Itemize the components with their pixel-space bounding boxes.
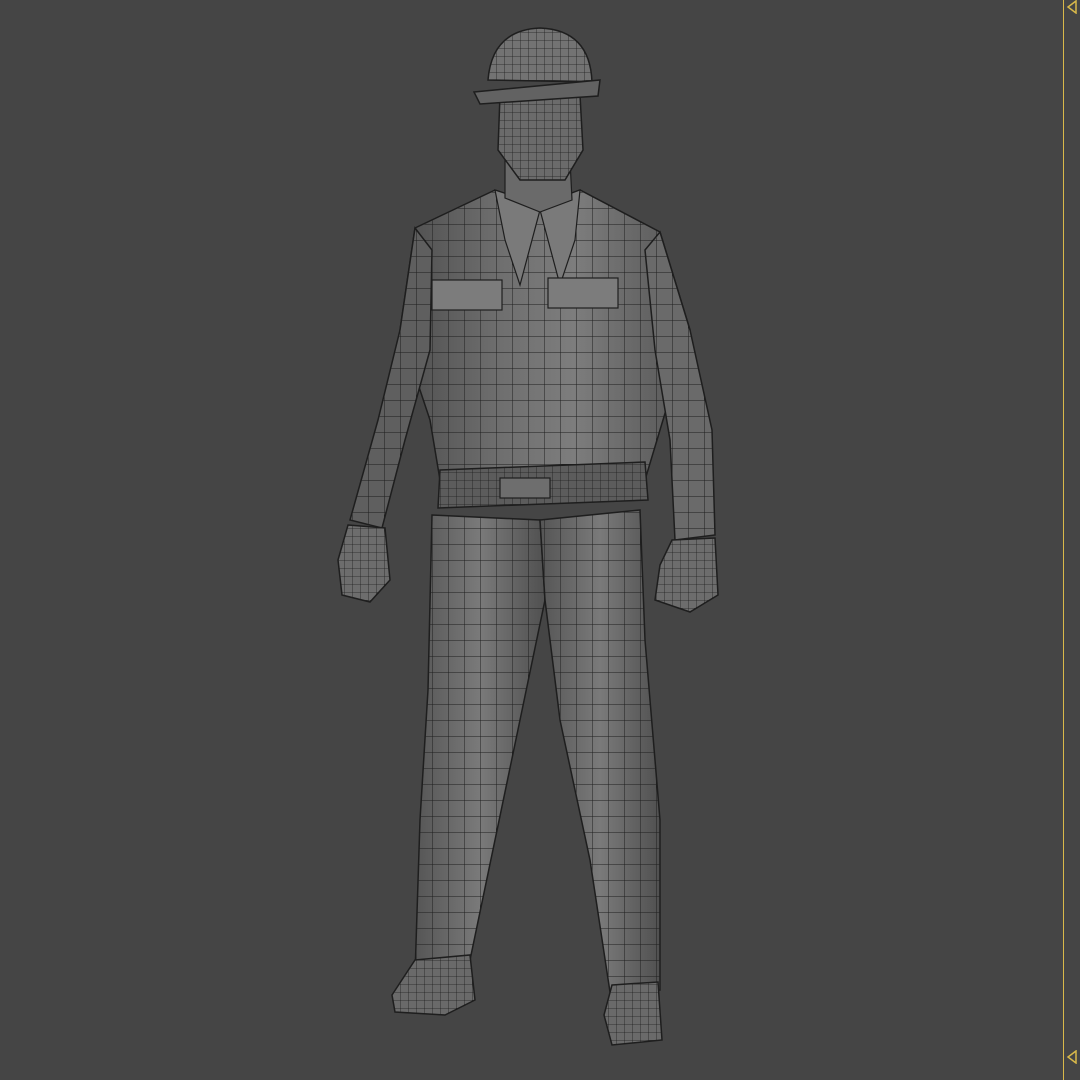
- left-leg: [414, 514, 546, 976]
- shirt-torso: [399, 189, 691, 481]
- right-boot: [603, 981, 663, 1046]
- hard-hat-icon: [472, 27, 601, 105]
- left-arm: [349, 226, 433, 529]
- head: [497, 94, 584, 213]
- belt-buckle: [499, 477, 551, 499]
- 3d-viewport[interactable]: [0, 0, 1080, 1080]
- belt: [437, 461, 649, 509]
- left-boot: [391, 954, 476, 1016]
- right-chest-pocket: [547, 277, 619, 309]
- left-chest-pocket: [431, 279, 503, 311]
- left-fist: [337, 524, 391, 603]
- worker-mesh-model[interactable]: [0, 0, 1080, 1080]
- right-fist: [654, 537, 719, 613]
- triangle-left-icon[interactable]: [1066, 0, 1078, 14]
- right-leg: [539, 509, 661, 993]
- timeline-track: [1063, 0, 1064, 1080]
- triangle-left-icon[interactable]: [1066, 1050, 1078, 1064]
